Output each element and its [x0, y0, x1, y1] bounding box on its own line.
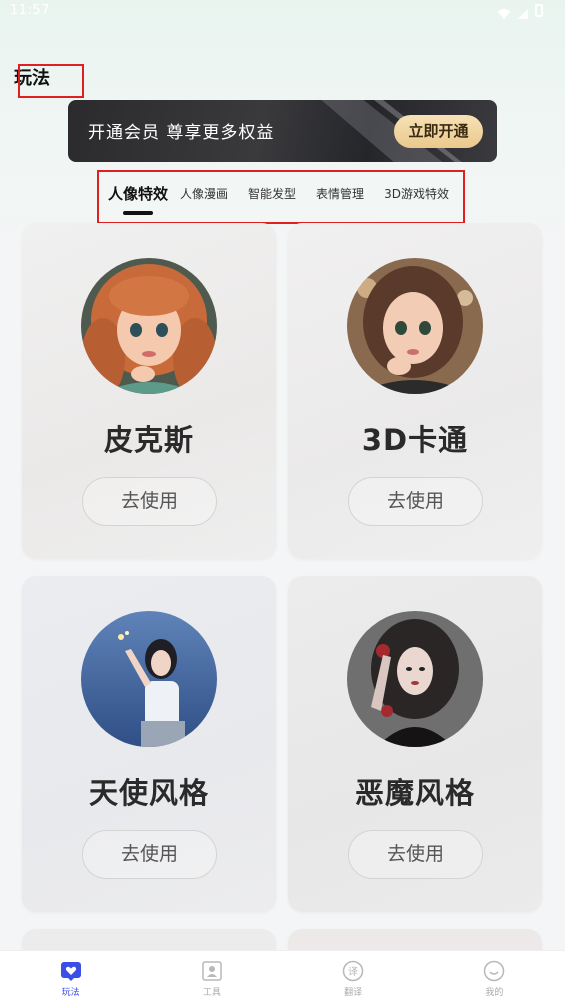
page-title: 玩法	[14, 68, 50, 89]
signal-icon	[517, 5, 529, 19]
vip-banner[interactable]: 开通会员 尊享更多权益 立即开通	[68, 100, 497, 162]
use-button[interactable]: 去使用	[82, 830, 217, 879]
open-vip-button[interactable]: 立即开通	[394, 115, 483, 148]
angel-style-avatar	[81, 611, 217, 747]
use-button[interactable]: 去使用	[82, 477, 217, 526]
translate-icon: 译	[342, 960, 364, 982]
tab-label: 人像漫画	[180, 187, 229, 201]
tab-portrait-comic[interactable]: 人像漫画	[180, 176, 228, 202]
use-button[interactable]: 去使用	[348, 830, 483, 879]
effect-card-angel-style[interactable]: 天使风格 去使用	[22, 576, 276, 912]
tab-label: 智能发型	[248, 187, 297, 201]
effect-name: 3D卡通	[361, 423, 469, 457]
status-bar: 11:57	[0, 0, 565, 24]
status-time: 11:57	[10, 3, 50, 18]
tab-3d-game-effects[interactable]: 3D游戏特效	[384, 176, 449, 202]
heart-chat-icon	[60, 960, 82, 982]
category-tabs: 人像特效 人像漫画 智能发型 表情管理 3D游戏特效	[104, 176, 469, 216]
3d-cartoon-girl-avatar	[347, 258, 483, 394]
nav-item-profile[interactable]: 我的	[424, 951, 565, 1004]
nav-label: 工具	[202, 988, 221, 998]
demon-style-avatar	[347, 611, 483, 747]
active-tab-indicator	[123, 211, 153, 215]
wifi-icon	[497, 5, 511, 19]
tab-smart-hairstyle[interactable]: 智能发型	[248, 176, 296, 202]
nav-label: 玩法	[61, 988, 80, 998]
tab-label: 3D游戏特效	[384, 187, 449, 201]
status-icons	[497, 4, 543, 19]
use-button[interactable]: 去使用	[348, 477, 483, 526]
smile-icon	[483, 960, 505, 982]
effect-card-demon-style[interactable]: 恶魔风格 去使用	[288, 576, 542, 912]
effect-name: 天使风格	[88, 776, 209, 810]
effect-name: 皮克斯	[103, 423, 194, 457]
svg-text:译: 译	[348, 966, 358, 978]
pixar-girl-avatar	[81, 258, 217, 394]
effect-card-3d-cartoon[interactable]: 3D卡通 去使用	[288, 223, 542, 559]
tab-expression[interactable]: 表情管理	[316, 176, 364, 202]
nav-label: 翻译	[344, 988, 363, 998]
nav-item-play[interactable]: 玩法	[0, 951, 141, 1004]
portrait-frame-icon	[201, 960, 223, 982]
tab-label: 表情管理	[316, 187, 365, 201]
nav-label: 我的	[485, 988, 504, 998]
battery-icon	[535, 4, 543, 17]
bottom-nav: 玩法 工具 译 翻译 我的	[0, 950, 565, 1004]
nav-item-translate[interactable]: 译 翻译	[283, 951, 424, 1004]
effect-card-pixar[interactable]: 皮克斯 去使用	[22, 223, 276, 559]
nav-item-tools[interactable]: 工具	[141, 951, 282, 1004]
effect-name: 恶魔风格	[354, 776, 475, 810]
tab-label: 人像特效	[108, 185, 169, 203]
tab-portrait-effects[interactable]: 人像特效	[108, 176, 169, 215]
vip-banner-text: 开通会员 尊享更多权益	[88, 123, 275, 143]
